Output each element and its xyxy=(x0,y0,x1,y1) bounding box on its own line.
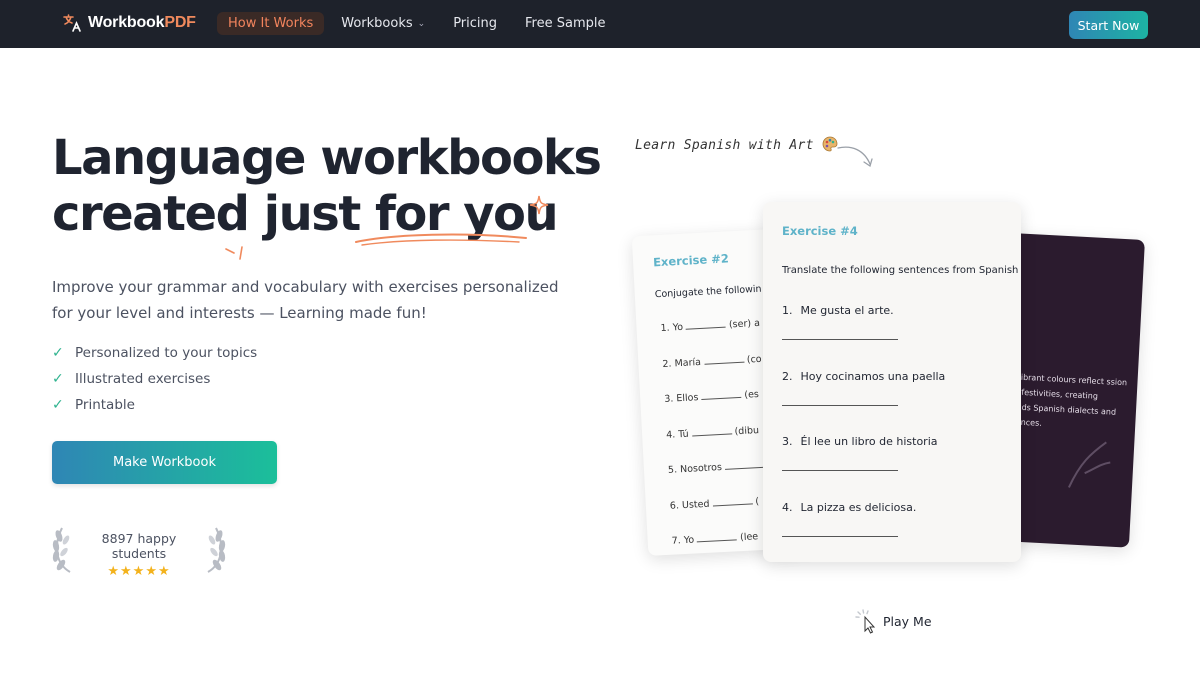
list-item: 2. María (co xyxy=(662,353,762,370)
exercise-items: 1. Me gusta el arte. 2. Hoy cocinamos una … xyxy=(782,304,945,562)
list-item: 1. Yo (ser) a xyxy=(660,317,761,335)
arrow-doodle-icon xyxy=(837,146,873,168)
exercise-instruction: Conjugate the followin xyxy=(654,283,762,301)
exercise-title: Exercise #4 xyxy=(782,224,858,238)
nav-links: How It Works Workbooks ⌄ Pricing Free Sam… xyxy=(217,12,622,35)
answer-line[interactable] xyxy=(782,339,898,340)
students-count: 8897 happy students xyxy=(101,531,177,561)
accent-ticks-doodle xyxy=(225,246,243,260)
laurel-left-icon xyxy=(52,527,71,573)
list-item: 6. Usted( xyxy=(669,495,760,512)
start-now-button[interactable]: Start Now xyxy=(1069,11,1148,39)
check-icon: ✓ xyxy=(52,371,64,387)
nav-pricing[interactable]: Pricing xyxy=(442,12,508,35)
list-item: 5. Nosotros xyxy=(668,460,770,501)
learn-spanish-label: Learn Spanish with Art xyxy=(635,136,838,153)
check-icon: ✓ xyxy=(52,345,64,361)
exercise-title: Exercise #2 xyxy=(652,251,730,270)
feature-list: ✓ Personalized to your topics ✓ Illustrate… xyxy=(52,340,257,418)
nav-how-it-works[interactable]: How It Works xyxy=(217,12,325,35)
make-workbook-button[interactable]: Make Workbook xyxy=(52,441,277,484)
list-item: 3. Él lee un libro de historia xyxy=(782,435,945,501)
underline-doodle xyxy=(355,233,527,246)
list-item: 2. Hoy cocinamos una paella xyxy=(782,370,945,436)
list-item: 4. La pizza es deliciosa. xyxy=(782,501,945,563)
list-item: 1. Me gusta el arte. xyxy=(782,304,945,370)
figure-illustration xyxy=(1068,441,1111,488)
exercise-items: 1. Yo (ser) a 2. María (co 3. Ellos (es 4. … xyxy=(660,318,773,556)
translate-icon xyxy=(63,14,81,32)
play-me-button[interactable]: Play Me xyxy=(855,608,932,634)
list-item: 7. Yo (lee xyxy=(671,531,759,547)
students-badge: 8897 happy students ★★★★★ xyxy=(80,531,198,579)
hero-title: Language workbooks created just for you xyxy=(52,130,602,242)
sparkle-icon xyxy=(529,195,549,215)
list-item: 3. Ellos (es xyxy=(664,388,760,405)
list-item: ✓ Printable xyxy=(52,397,135,413)
nav-workbooks[interactable]: Workbooks ⌄ xyxy=(330,12,436,35)
exercise-card-4[interactable]: Exercise #4 Translate the following sent… xyxy=(763,202,1021,562)
list-item: ✓ Personalized to your topics xyxy=(52,345,258,361)
chevron-down-icon: ⌄ xyxy=(417,18,426,29)
star-rating-icon: ★★★★★ xyxy=(107,564,171,579)
answer-line[interactable] xyxy=(782,404,898,406)
brand-logo[interactable]: WorkbookPDF xyxy=(62,13,196,33)
answer-line[interactable] xyxy=(782,470,898,471)
hero-subtitle: Improve your grammar and vocabulary with… xyxy=(52,278,559,322)
hero-title-line1: Language workbooks xyxy=(52,130,602,186)
answer-line[interactable] xyxy=(782,535,898,537)
brand-name: WorkbookPDF xyxy=(88,14,196,31)
exercise-instruction: Translate the following sentences from S… xyxy=(782,265,1019,276)
nav-free-sample[interactable]: Free Sample xyxy=(514,12,616,35)
laurel-right-icon xyxy=(207,527,226,573)
top-navbar: WorkbookPDF How It Works Workbooks ⌄ Pric… xyxy=(0,0,1200,48)
list-item: 4. Tú (dibu xyxy=(665,424,760,441)
cursor-click-icon xyxy=(855,609,876,634)
check-icon: ✓ xyxy=(52,397,64,413)
list-item: ✓ Illustrated exercises xyxy=(52,371,211,387)
